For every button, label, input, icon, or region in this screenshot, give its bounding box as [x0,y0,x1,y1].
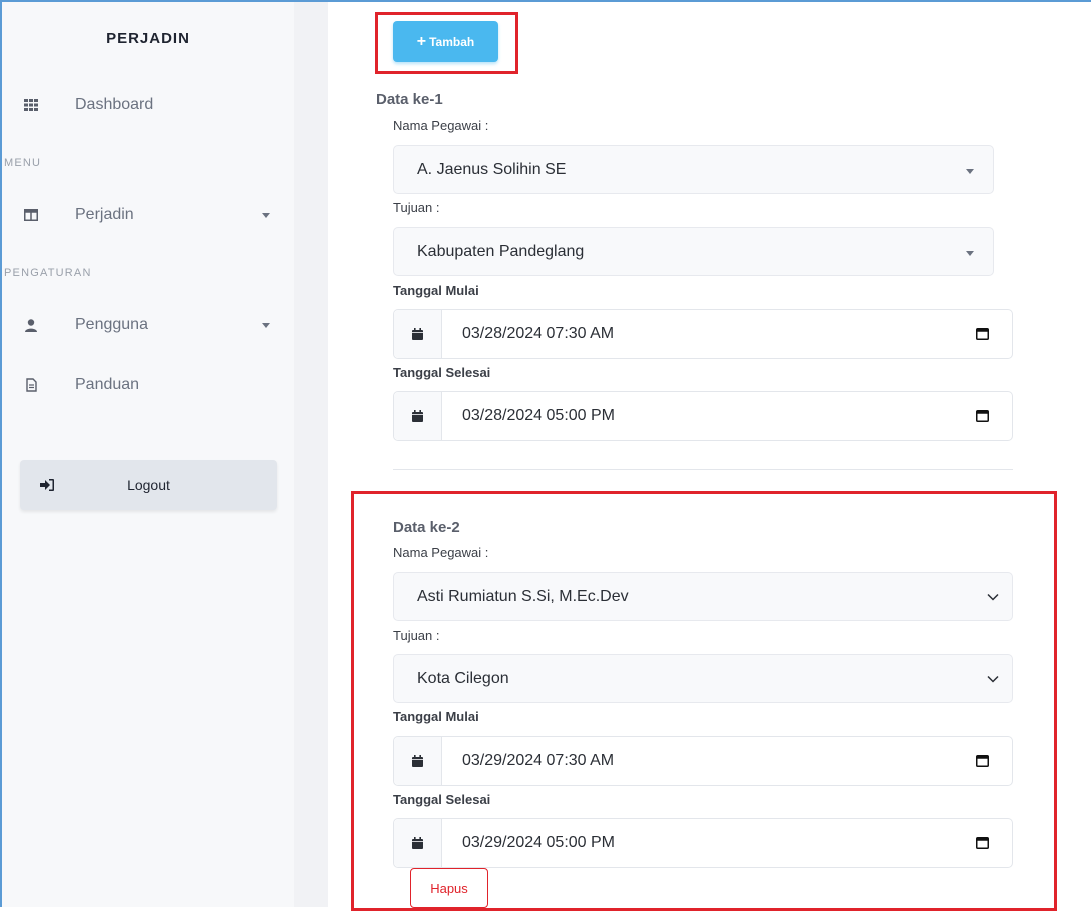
end-date-label: Tanggal Selesai [393,365,491,380]
sidebar-item-perjadin[interactable]: Perjadin [2,195,294,235]
columns-icon [24,208,38,222]
employee-label: Nama Pegawai : [393,118,489,133]
sidebar-item-label: Dashboard [75,96,154,113]
end-date-label: Tanggal Selesai [393,792,491,807]
end-datetime-value: 03/29/2024 05:00 PM [462,834,616,851]
start-datetime-input[interactable]: 03/29/2024 07:30 AM [393,736,1013,786]
calendar-picker-icon[interactable] [976,409,990,423]
calendar-icon [394,737,442,785]
employee-select[interactable]: A. Jaenus Solihin SE [393,145,994,194]
sidebar-item-panduan[interactable]: Panduan [2,365,294,405]
sidebar-item-label: Perjadin [75,206,134,223]
end-datetime-input[interactable]: 03/28/2024 05:00 PM [393,391,1013,441]
calendar-picker-icon[interactable] [976,327,990,341]
section-title-menu: MENU [4,157,42,169]
destination-label: Tujuan : [393,628,440,643]
chevron-down-icon [262,213,270,218]
calendar-icon [394,310,442,358]
employee-select-value: Asti Rumiatun S.Si, M.Ec.Dev [417,587,629,605]
content-gutter [294,2,328,907]
start-datetime-value: 03/29/2024 07:30 AM [462,752,615,769]
brand-title: PERJADIN [106,30,190,47]
add-button-label: Tambah [429,34,475,49]
logout-label: Logout [127,477,170,493]
start-datetime-input[interactable]: 03/28/2024 07:30 AM [393,309,1013,359]
calendar-picker-icon[interactable] [976,836,990,850]
document-icon [24,378,38,392]
destination-select-value: Kabupaten Pandeglang [417,242,585,260]
destination-select-value: Kota Cilegon [417,669,509,687]
calendar-picker-icon[interactable] [976,754,990,768]
chevron-down-icon [262,323,270,328]
entry-title: Data ke-1 [376,91,443,108]
start-date-label: Tanggal Mulai [393,709,479,724]
chevron-down-icon [966,251,974,256]
entry-title: Data ke-2 [393,519,460,536]
plus-icon: + [416,32,427,50]
calendar-icon [394,819,442,867]
grid-icon [24,98,38,112]
chevron-down-icon [966,169,974,174]
destination-select[interactable]: Kota Cilegon [393,654,1013,703]
end-datetime-input[interactable]: 03/29/2024 05:00 PM [393,818,1013,868]
chevron-down-icon [986,590,1000,604]
end-datetime-value: 03/28/2024 05:00 PM [462,407,616,424]
chevron-down-icon [986,672,1000,686]
entry-divider [393,469,1013,470]
logout-button[interactable]: Logout [20,460,277,510]
employee-select[interactable]: Asti Rumiatun S.Si, M.Ec.Dev [393,572,1013,621]
calendar-icon [394,392,442,440]
delete-button[interactable]: Hapus [410,868,488,908]
section-title-settings: PENGATURAN [4,267,92,279]
employee-label: Nama Pegawai : [393,545,489,560]
destination-select[interactable]: Kabupaten Pandeglang [393,227,994,276]
user-icon [24,318,38,332]
add-button[interactable]: + Tambah [393,21,498,62]
employee-select-value: A. Jaenus Solihin SE [417,160,567,178]
start-date-label: Tanggal Mulai [393,283,479,298]
sidebar-item-label: Panduan [75,376,140,393]
sidebar-item-label: Pengguna [75,316,148,333]
sidebar-item-dashboard[interactable]: Dashboard [2,85,294,125]
destination-label: Tujuan : [393,200,440,215]
sidebar-item-pengguna[interactable]: Pengguna [2,305,294,345]
sidebar: PERJADIN Dashboard MENU Perjadin PENGATU… [2,2,294,907]
start-datetime-value: 03/28/2024 07:30 AM [462,325,615,342]
